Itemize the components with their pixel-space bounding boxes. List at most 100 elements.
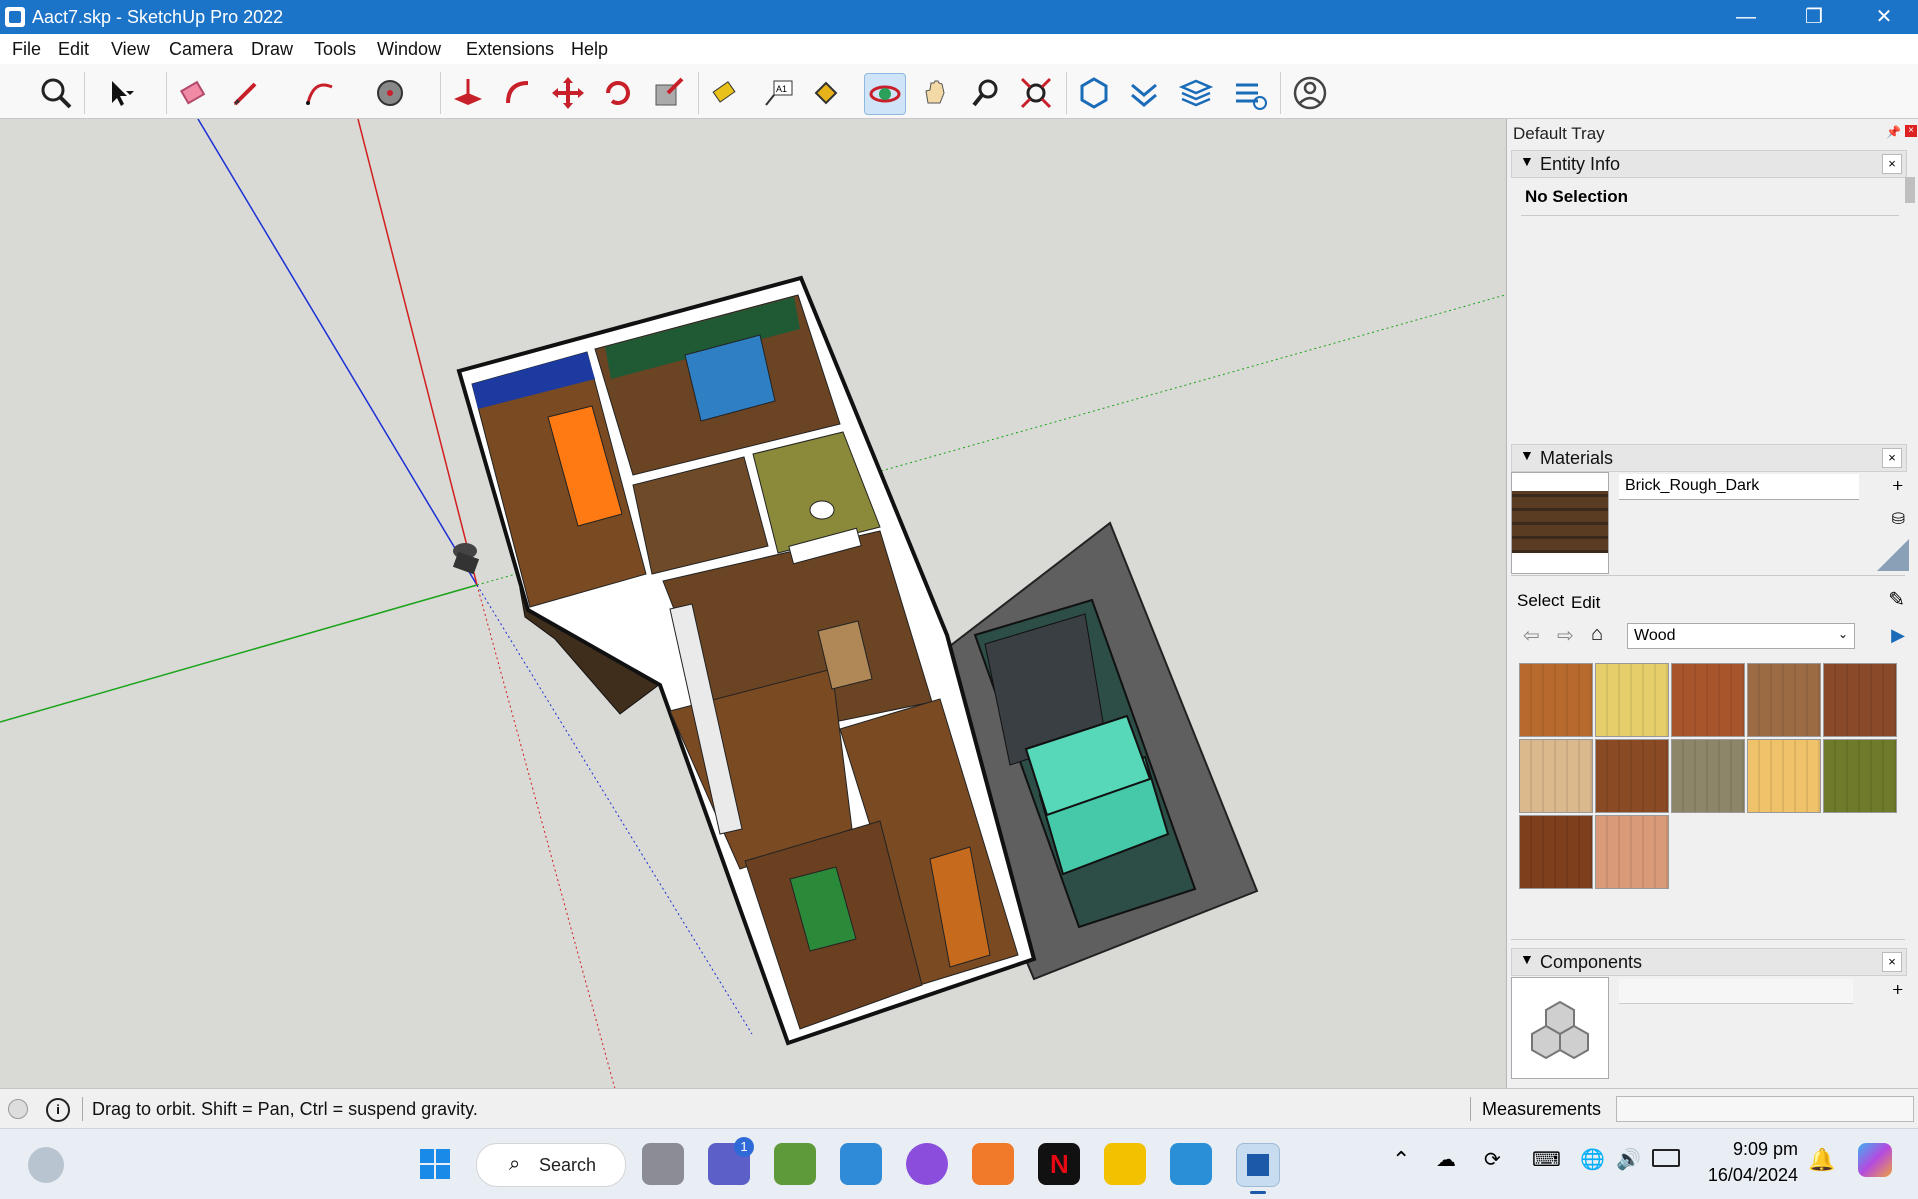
material-swatch[interactable] [1747, 663, 1821, 737]
pin-icon[interactable]: 📌 [1886, 125, 1901, 139]
rotate-icon[interactable] [598, 73, 638, 113]
paint-icon[interactable] [370, 73, 410, 113]
entity-info-scrollbar[interactable] [1905, 177, 1915, 203]
menu-help[interactable]: Help [571, 39, 608, 60]
home-icon[interactable]: ⌂ [1591, 623, 1603, 646]
keyboard-icon[interactable]: ⌨ [1532, 1147, 1561, 1172]
components-header[interactable]: ▼ Components × [1511, 948, 1907, 976]
account-icon[interactable] [1290, 73, 1330, 113]
volume-icon[interactable]: 🔊 [1616, 1147, 1641, 1172]
move-icon[interactable] [548, 73, 588, 113]
back-icon[interactable]: ⇦ [1523, 623, 1540, 648]
clock-date[interactable]: 16/04/2024 [1696, 1165, 1798, 1186]
measurements-input[interactable] [1616, 1096, 1914, 1122]
details-icon[interactable]: ▶ [1891, 625, 1905, 646]
menu-camera[interactable]: Camera [169, 39, 233, 60]
pencil-icon[interactable] [226, 73, 266, 113]
material-swatch[interactable] [1823, 739, 1897, 813]
maximize-button[interactable]: ❐ [1780, 0, 1848, 34]
extension-warehouse-icon[interactable] [1124, 73, 1164, 113]
eraser-icon[interactable] [174, 73, 214, 113]
model-canvas[interactable] [0, 119, 1505, 1088]
forward-icon[interactable]: ⇨ [1557, 623, 1574, 648]
create-material-icon[interactable]: 🞤 [1892, 477, 1903, 494]
task-view-icon[interactable] [642, 1143, 684, 1185]
material-swatch[interactable] [1671, 663, 1745, 737]
tray-close-icon[interactable]: × [1905, 125, 1917, 137]
copilot-icon[interactable] [1858, 1143, 1892, 1177]
material-swatch[interactable] [1823, 663, 1897, 737]
menu-extensions[interactable]: Extensions [466, 39, 554, 60]
orbit-icon[interactable] [864, 73, 906, 115]
tab-edit[interactable]: Edit [1571, 593, 1600, 613]
material-preview[interactable] [1511, 472, 1609, 574]
close-button[interactable]: ✕ [1850, 0, 1918, 34]
minimize-button[interactable]: — [1712, 0, 1780, 34]
material-swatch[interactable] [1671, 739, 1745, 813]
sync-icon[interactable]: ⟳ [1484, 1147, 1501, 1172]
warehouse-icon[interactable] [1074, 73, 1114, 113]
entity-info-header[interactable]: ▼ Entity Info × [1511, 150, 1907, 178]
material-swatch[interactable] [1595, 815, 1669, 889]
notification-bell-icon[interactable]: 🔔 [1808, 1147, 1835, 1173]
clock-time[interactable]: 9:09 pm [1700, 1139, 1798, 1160]
taskbar-search[interactable]: ⌕ Search [476, 1143, 626, 1187]
file-explorer-icon[interactable] [1104, 1143, 1146, 1185]
sketchup-taskbar-icon[interactable] [1236, 1143, 1280, 1187]
material-name-field[interactable]: Brick_Rough_Dark [1619, 474, 1859, 500]
text-icon[interactable]: A1 [758, 73, 798, 113]
tab-select[interactable]: Select [1517, 591, 1564, 611]
close-icon[interactable]: × [1882, 952, 1902, 972]
menu-view[interactable]: View [111, 39, 150, 60]
close-icon[interactable]: × [1882, 448, 1902, 468]
store-icon[interactable] [840, 1143, 882, 1185]
netflix-icon[interactable]: N [1038, 1143, 1080, 1185]
menu-draw[interactable]: Draw [251, 39, 293, 60]
info-icon[interactable]: i [46, 1098, 70, 1122]
globe-icon[interactable]: 🌐 [1580, 1147, 1605, 1172]
photo-app-icon[interactable] [774, 1143, 816, 1185]
menu-file[interactable]: File [12, 39, 41, 60]
menu-tools[interactable]: Tools [314, 39, 356, 60]
sample-paint-icon[interactable] [1877, 539, 1909, 571]
push-pull-icon[interactable] [448, 73, 488, 113]
teams-icon[interactable]: 1 [708, 1137, 754, 1185]
zoom-icon[interactable] [966, 73, 1006, 113]
paint-bucket-icon[interactable] [806, 73, 846, 113]
collection-dropdown[interactable]: Wood ⌄ [1627, 623, 1855, 649]
pan-icon[interactable] [916, 73, 956, 113]
material-swatch[interactable] [1519, 739, 1593, 813]
geolocation-icon[interactable] [8, 1099, 28, 1119]
eyedropper-icon[interactable]: ✎ [1888, 587, 1905, 612]
scale-icon[interactable] [648, 73, 688, 113]
battery-icon[interactable] [1652, 1149, 1680, 1167]
zoom-extents-icon[interactable] [36, 73, 76, 113]
material-swatch[interactable] [1595, 739, 1669, 813]
windows-start-icon[interactable] [414, 1143, 456, 1185]
material-swatch[interactable] [1519, 815, 1593, 889]
menu-window[interactable]: Window [377, 39, 441, 60]
component-preview[interactable] [1511, 977, 1609, 1079]
create-component-icon[interactable]: 🞤 [1892, 981, 1903, 998]
messenger-icon[interactable] [906, 1143, 948, 1185]
select-icon[interactable] [98, 73, 138, 113]
onedrive-icon[interactable]: ☁ [1436, 1147, 1456, 1172]
default-material-icon[interactable]: ⛁ [1892, 509, 1905, 529]
layers-icon[interactable] [1176, 73, 1216, 113]
arc-icon[interactable] [300, 73, 340, 113]
materials-header[interactable]: ▼ Materials × [1511, 444, 1907, 472]
tape-measure-icon[interactable] [706, 73, 746, 113]
close-icon[interactable]: × [1882, 154, 1902, 174]
component-name-field[interactable] [1619, 979, 1853, 1004]
sandbox-icon[interactable] [1230, 73, 1270, 113]
xampp-icon[interactable] [972, 1143, 1014, 1185]
menu-edit[interactable]: Edit [58, 39, 89, 60]
model-viewport[interactable] [0, 119, 1505, 1088]
follow-me-icon[interactable] [498, 73, 538, 113]
photos-icon[interactable] [1170, 1143, 1212, 1185]
weather-icon[interactable] [28, 1147, 64, 1183]
material-swatch[interactable] [1747, 739, 1821, 813]
zoom-window-icon[interactable] [1016, 73, 1056, 113]
chevron-up-icon[interactable]: ⌃ [1392, 1147, 1410, 1173]
material-swatch[interactable] [1519, 663, 1593, 737]
